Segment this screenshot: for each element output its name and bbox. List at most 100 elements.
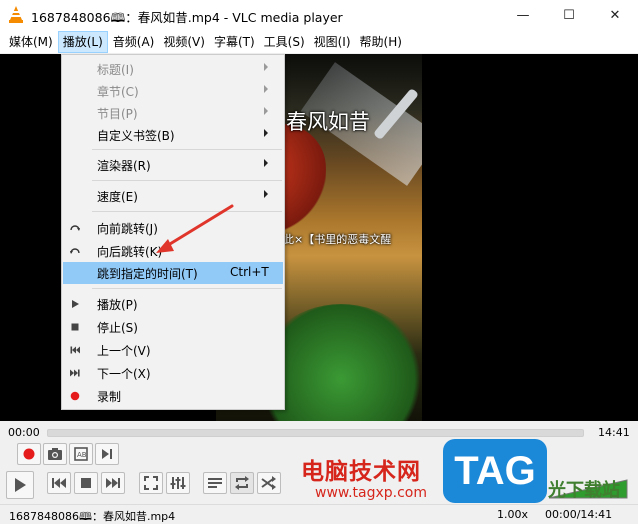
menu-item-label: 自定义书签(B) — [97, 129, 175, 143]
menu-item-go-to-time[interactable]: 跳到指定的时间(T) Ctrl+T — [63, 262, 283, 284]
menu-separator — [92, 211, 282, 212]
next-icon — [70, 369, 80, 377]
menu-item-label: 渲染器(R) — [97, 159, 151, 173]
next-button[interactable] — [101, 472, 125, 494]
menu-item-program[interactable]: 节目(P) — [63, 102, 283, 124]
menu-item-play[interactable]: 播放(P) — [63, 293, 283, 315]
menu-item-label: 速度(E) — [97, 190, 138, 204]
camera-icon — [48, 448, 62, 460]
submenu-arrow-icon — [264, 129, 268, 137]
menu-item-label: 向后跳转(K) — [97, 245, 163, 259]
frame-step-icon — [102, 449, 112, 459]
total-time[interactable]: 14:41 — [598, 426, 630, 439]
menu-playback[interactable]: 播放(L) — [57, 30, 108, 53]
watermark-tag-logo: TAG — [443, 439, 547, 503]
frame-step-button[interactable] — [95, 443, 119, 465]
jump-backward-icon — [70, 248, 80, 254]
shuffle-button[interactable] — [257, 472, 281, 494]
status-media-title: 1687848086🕮：春风如昔.mp4 — [9, 510, 176, 523]
menu-item-previous[interactable]: 上一个(V) — [63, 339, 283, 361]
menu-item-stop[interactable]: 停止(S) — [63, 316, 283, 338]
loop-button[interactable] — [230, 472, 254, 494]
menu-subtitle[interactable]: 字幕(T) — [210, 31, 259, 53]
record-icon — [70, 391, 80, 401]
menu-item-label: 标题(I) — [97, 63, 134, 77]
menu-item-label: 上一个(V) — [97, 344, 151, 358]
menu-item-label: 播放(P) — [97, 298, 138, 312]
title-bar: 1687848086🕮：春风如昔.mp4 - VLC media player … — [0, 0, 638, 30]
menu-item-label: 跳到指定的时间(T) — [97, 267, 198, 281]
submenu-arrow-icon — [264, 159, 268, 167]
window-title: 1687848086🕮：春风如昔.mp4 - VLC media player — [31, 10, 343, 25]
menu-item-chapter[interactable]: 章节(C) — [63, 80, 283, 102]
menu-item-renderer[interactable]: 渲染器(R) — [63, 154, 283, 176]
menu-item-jump-forward[interactable]: 向前跳转(J) — [63, 217, 283, 239]
stop-icon — [71, 323, 79, 331]
playback-rate[interactable]: 1.00x — [497, 508, 528, 521]
equalizer-icon — [170, 477, 186, 489]
vlc-cone-icon — [9, 6, 23, 23]
menu-item-label: 节目(P) — [97, 107, 138, 121]
menu-item-label: 录制 — [97, 390, 122, 404]
menu-audio[interactable]: 音频(A) — [109, 31, 159, 53]
menu-item-label: 向前跳转(J) — [97, 222, 158, 236]
menu-separator — [92, 288, 282, 289]
snapshot-button[interactable] — [43, 443, 67, 465]
next-icon — [106, 478, 120, 488]
menu-bar: 媒体(M) 播放(L) 音频(A) 视频(V) 字幕(T) 工具(S) 视图(I… — [0, 30, 638, 54]
loop-ab-button[interactable]: AB — [69, 443, 93, 465]
fullscreen-icon — [144, 476, 158, 490]
menu-item-label: 下一个(X) — [97, 367, 151, 381]
close-button[interactable]: ✕ — [592, 0, 638, 30]
watermark-url: www.tagxp.com — [315, 485, 427, 501]
menu-item-speed[interactable]: 速度(E) — [63, 185, 283, 207]
minimize-button[interactable]: — — [500, 0, 546, 30]
play-button[interactable] — [6, 471, 34, 499]
previous-button[interactable] — [47, 472, 71, 494]
seek-slider[interactable] — [47, 429, 584, 437]
menu-video[interactable]: 视频(V) — [159, 31, 209, 53]
menu-tools[interactable]: 工具(S) — [260, 31, 309, 53]
record-icon — [23, 448, 35, 460]
menu-item-next[interactable]: 下一个(X) — [63, 362, 283, 384]
watermark-download-site: 光下载站 — [548, 480, 620, 501]
stop-button[interactable] — [74, 472, 98, 494]
loop-icon — [235, 476, 249, 490]
loop-ab-icon: AB — [74, 447, 88, 461]
record-button[interactable] — [17, 443, 41, 465]
submenu-arrow-icon — [264, 85, 268, 93]
menu-item-label: 停止(S) — [97, 321, 138, 335]
play-icon — [15, 478, 26, 492]
playback-menu: 标题(I) 章节(C) 节目(P) 自定义书签(B) 渲染器(R) 速度(E) … — [61, 54, 285, 410]
stop-icon — [81, 478, 91, 488]
menu-help[interactable]: 帮助(H) — [356, 31, 406, 53]
menu-item-bookmarks[interactable]: 自定义书签(B) — [63, 124, 283, 146]
submenu-arrow-icon — [264, 107, 268, 115]
extended-settings-button[interactable] — [166, 472, 190, 494]
svg-text:AB: AB — [77, 451, 87, 459]
play-icon — [72, 300, 79, 308]
submenu-arrow-icon — [264, 190, 268, 198]
menu-item-label: 章节(C) — [97, 85, 139, 99]
status-time: 00:00/14:41 — [545, 508, 613, 521]
menu-item-record[interactable]: 录制 — [63, 385, 283, 407]
previous-icon — [70, 346, 80, 354]
submenu-arrow-icon — [264, 63, 268, 71]
menu-item-shortcut: Ctrl+T — [230, 265, 269, 279]
jump-forward-icon — [70, 225, 80, 231]
menu-view[interactable]: 视图(I) — [310, 31, 355, 53]
menu-item-title[interactable]: 标题(I) — [63, 58, 283, 80]
video-caption-subtitle: 此×【书里的恶毒文醒 — [283, 233, 392, 246]
fullscreen-button[interactable] — [139, 472, 163, 494]
menu-item-jump-backward[interactable]: 向后跳转(K) — [63, 240, 283, 262]
maximize-button[interactable]: ☐ — [546, 0, 592, 30]
playlist-button[interactable] — [203, 472, 227, 494]
shuffle-icon — [261, 476, 276, 490]
menu-media[interactable]: 媒体(M) — [5, 31, 57, 53]
status-bar: 1687848086🕮：春风如昔.mp4 1.00x 00:00/14:41 — [0, 504, 638, 524]
elapsed-time: 00:00 — [8, 426, 40, 439]
video-caption-title: 春风如昔 — [286, 110, 370, 134]
watermark-site-name: 电脑技术网 — [301, 459, 421, 485]
menu-separator — [92, 149, 282, 150]
menu-separator — [92, 180, 282, 181]
